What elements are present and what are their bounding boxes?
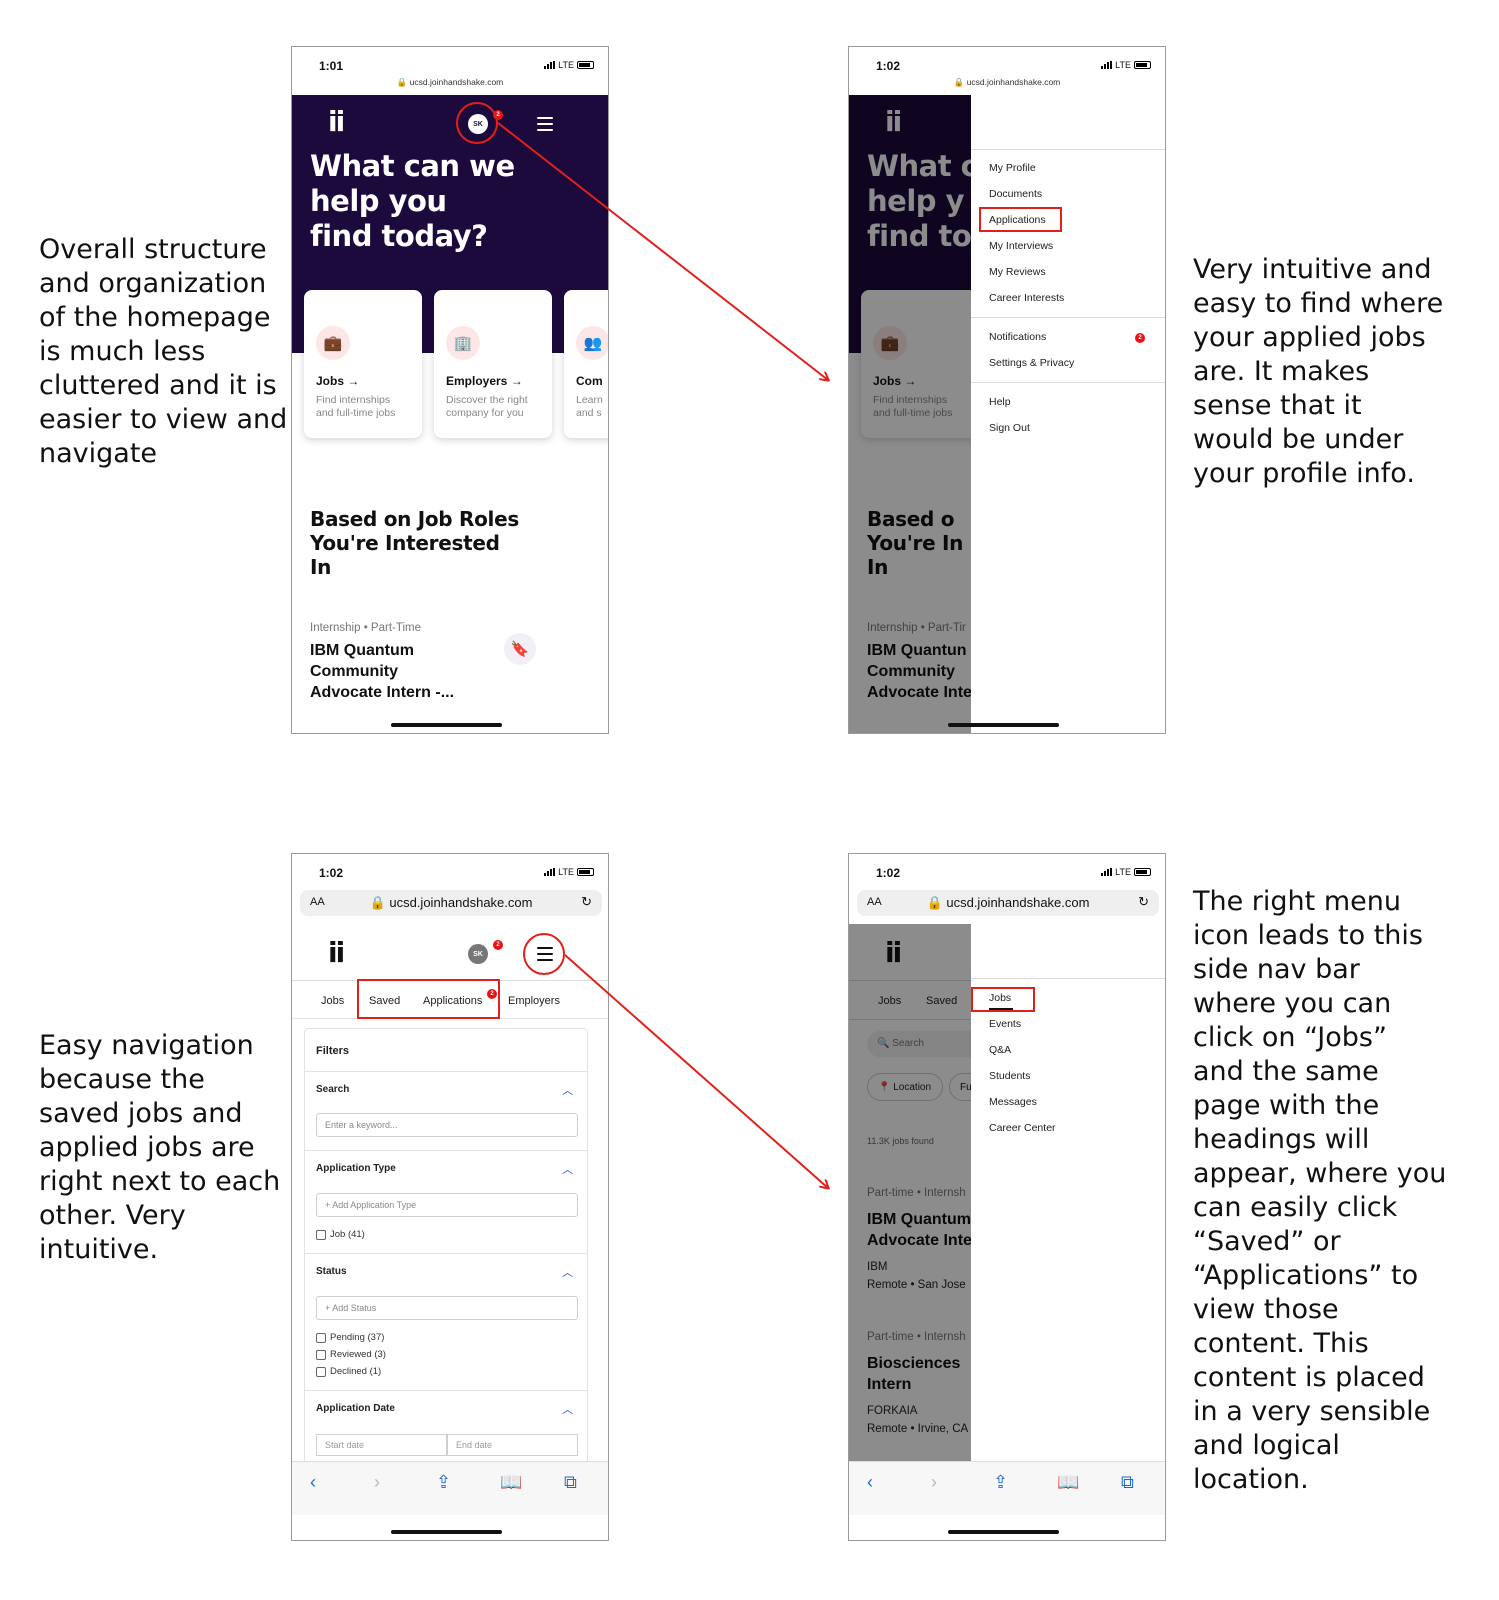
annotation-arrows xyxy=(497,122,1499,1600)
arrow-to-side-nav xyxy=(564,954,828,1188)
arrow-to-profile-menu xyxy=(497,122,828,380)
